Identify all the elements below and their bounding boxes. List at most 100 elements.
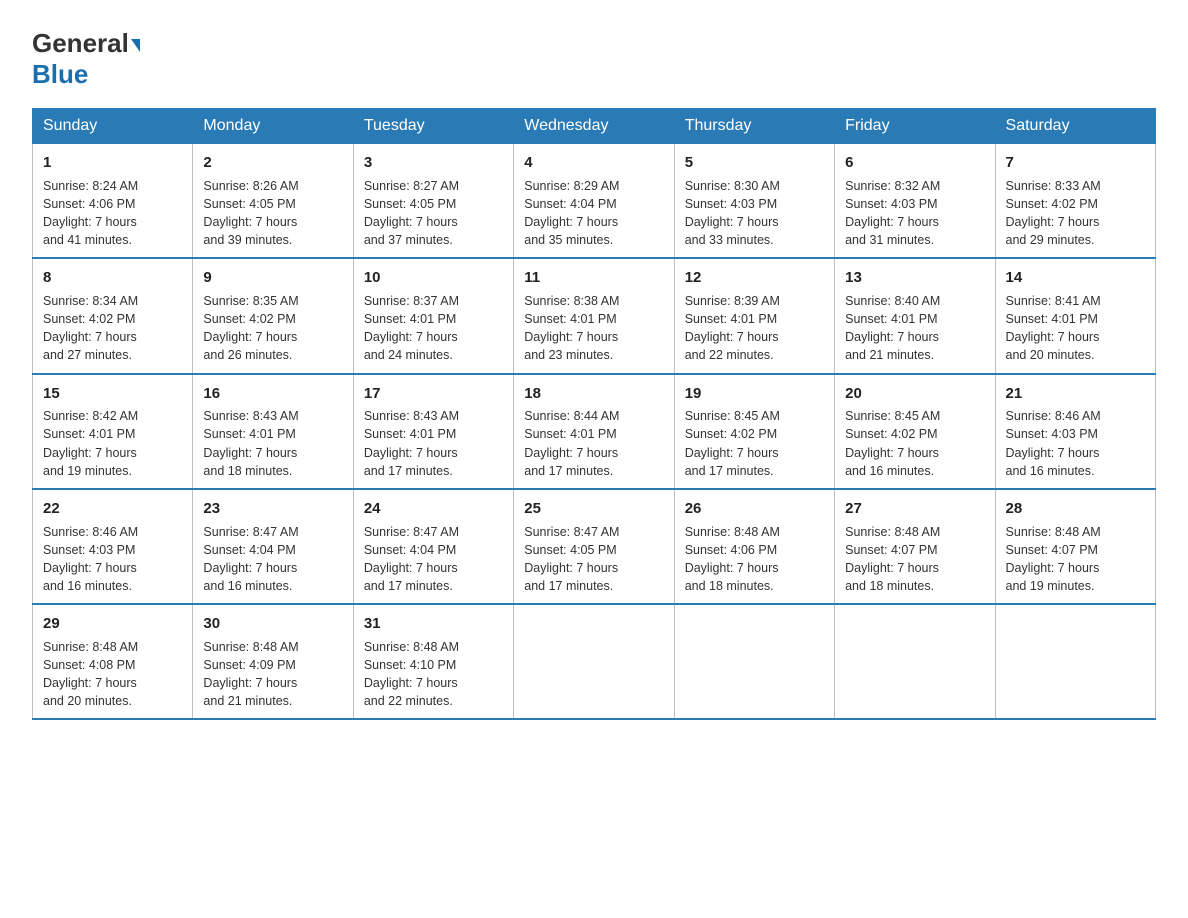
day-daylight-line2: and 26 minutes. (203, 346, 342, 364)
day-sunset: Sunset: 4:02 PM (845, 425, 984, 443)
page-header: General Blue (32, 24, 1156, 90)
day-sunset: Sunset: 4:01 PM (524, 425, 663, 443)
day-daylight-line1: Daylight: 7 hours (1006, 559, 1145, 577)
day-number: 20 (845, 383, 984, 405)
day-sunset: Sunset: 4:08 PM (43, 656, 182, 674)
calendar-cell: 8 Sunrise: 8:34 AM Sunset: 4:02 PM Dayli… (33, 258, 193, 373)
day-sunrise: Sunrise: 8:48 AM (43, 638, 182, 656)
calendar-cell: 30 Sunrise: 8:48 AM Sunset: 4:09 PM Dayl… (193, 604, 353, 719)
day-sunset: Sunset: 4:03 PM (685, 195, 824, 213)
calendar-cell (835, 604, 995, 719)
calendar-cell: 6 Sunrise: 8:32 AM Sunset: 4:03 PM Dayli… (835, 144, 995, 259)
day-sunset: Sunset: 4:05 PM (203, 195, 342, 213)
day-daylight-line1: Daylight: 7 hours (364, 674, 503, 692)
day-sunset: Sunset: 4:03 PM (845, 195, 984, 213)
day-sunset: Sunset: 4:07 PM (845, 541, 984, 559)
calendar-cell: 29 Sunrise: 8:48 AM Sunset: 4:08 PM Dayl… (33, 604, 193, 719)
day-daylight-line2: and 17 minutes. (685, 462, 824, 480)
day-sunset: Sunset: 4:04 PM (203, 541, 342, 559)
day-number: 6 (845, 152, 984, 174)
day-number: 30 (203, 613, 342, 635)
day-sunrise: Sunrise: 8:42 AM (43, 407, 182, 425)
day-daylight-line1: Daylight: 7 hours (43, 328, 182, 346)
day-daylight-line1: Daylight: 7 hours (203, 444, 342, 462)
day-daylight-line2: and 37 minutes. (364, 231, 503, 249)
day-daylight-line1: Daylight: 7 hours (1006, 328, 1145, 346)
day-sunset: Sunset: 4:02 PM (43, 310, 182, 328)
day-daylight-line1: Daylight: 7 hours (364, 328, 503, 346)
day-daylight-line2: and 17 minutes. (364, 577, 503, 595)
day-daylight-line2: and 18 minutes. (685, 577, 824, 595)
day-number: 19 (685, 383, 824, 405)
day-sunrise: Sunrise: 8:30 AM (685, 177, 824, 195)
day-daylight-line1: Daylight: 7 hours (524, 559, 663, 577)
day-sunrise: Sunrise: 8:37 AM (364, 292, 503, 310)
day-daylight-line1: Daylight: 7 hours (845, 559, 984, 577)
calendar-cell: 27 Sunrise: 8:48 AM Sunset: 4:07 PM Dayl… (835, 489, 995, 604)
calendar-cell: 26 Sunrise: 8:48 AM Sunset: 4:06 PM Dayl… (674, 489, 834, 604)
day-sunrise: Sunrise: 8:46 AM (43, 523, 182, 541)
week-row-3: 15 Sunrise: 8:42 AM Sunset: 4:01 PM Dayl… (33, 374, 1156, 489)
day-sunrise: Sunrise: 8:48 AM (685, 523, 824, 541)
day-sunrise: Sunrise: 8:45 AM (685, 407, 824, 425)
week-row-1: 1 Sunrise: 8:24 AM Sunset: 4:06 PM Dayli… (33, 144, 1156, 259)
day-sunrise: Sunrise: 8:47 AM (203, 523, 342, 541)
week-row-4: 22 Sunrise: 8:46 AM Sunset: 4:03 PM Dayl… (33, 489, 1156, 604)
day-sunset: Sunset: 4:03 PM (1006, 425, 1145, 443)
day-sunrise: Sunrise: 8:32 AM (845, 177, 984, 195)
day-daylight-line2: and 19 minutes. (43, 462, 182, 480)
day-number: 16 (203, 383, 342, 405)
day-number: 9 (203, 267, 342, 289)
day-number: 8 (43, 267, 182, 289)
calendar-cell: 7 Sunrise: 8:33 AM Sunset: 4:02 PM Dayli… (995, 144, 1155, 259)
day-daylight-line1: Daylight: 7 hours (685, 559, 824, 577)
day-daylight-line2: and 22 minutes. (364, 692, 503, 710)
weekday-header-tuesday: Tuesday (353, 109, 513, 144)
day-number: 17 (364, 383, 503, 405)
calendar-cell: 1 Sunrise: 8:24 AM Sunset: 4:06 PM Dayli… (33, 144, 193, 259)
day-daylight-line1: Daylight: 7 hours (364, 559, 503, 577)
calendar-cell: 19 Sunrise: 8:45 AM Sunset: 4:02 PM Dayl… (674, 374, 834, 489)
day-number: 23 (203, 498, 342, 520)
day-daylight-line2: and 21 minutes. (845, 346, 984, 364)
calendar-cell: 16 Sunrise: 8:43 AM Sunset: 4:01 PM Dayl… (193, 374, 353, 489)
day-daylight-line2: and 20 minutes. (1006, 346, 1145, 364)
day-number: 1 (43, 152, 182, 174)
day-sunrise: Sunrise: 8:48 AM (364, 638, 503, 656)
weekday-header-row: SundayMondayTuesdayWednesdayThursdayFrid… (33, 109, 1156, 144)
day-number: 28 (1006, 498, 1145, 520)
day-daylight-line2: and 17 minutes. (364, 462, 503, 480)
day-sunset: Sunset: 4:06 PM (685, 541, 824, 559)
weekday-header-monday: Monday (193, 109, 353, 144)
day-daylight-line1: Daylight: 7 hours (524, 328, 663, 346)
day-sunset: Sunset: 4:01 PM (364, 425, 503, 443)
day-sunrise: Sunrise: 8:44 AM (524, 407, 663, 425)
day-daylight-line1: Daylight: 7 hours (845, 328, 984, 346)
day-sunrise: Sunrise: 8:39 AM (685, 292, 824, 310)
day-number: 27 (845, 498, 984, 520)
day-daylight-line2: and 35 minutes. (524, 231, 663, 249)
day-number: 4 (524, 152, 663, 174)
day-daylight-line2: and 39 minutes. (203, 231, 342, 249)
day-sunrise: Sunrise: 8:40 AM (845, 292, 984, 310)
day-sunset: Sunset: 4:04 PM (364, 541, 503, 559)
day-sunrise: Sunrise: 8:29 AM (524, 177, 663, 195)
day-sunrise: Sunrise: 8:48 AM (845, 523, 984, 541)
day-daylight-line1: Daylight: 7 hours (43, 213, 182, 231)
day-number: 18 (524, 383, 663, 405)
day-number: 11 (524, 267, 663, 289)
weekday-header-thursday: Thursday (674, 109, 834, 144)
day-daylight-line1: Daylight: 7 hours (43, 674, 182, 692)
day-daylight-line2: and 22 minutes. (685, 346, 824, 364)
calendar-cell: 5 Sunrise: 8:30 AM Sunset: 4:03 PM Dayli… (674, 144, 834, 259)
day-number: 13 (845, 267, 984, 289)
weekday-header-saturday: Saturday (995, 109, 1155, 144)
day-sunrise: Sunrise: 8:33 AM (1006, 177, 1145, 195)
day-sunrise: Sunrise: 8:46 AM (1006, 407, 1145, 425)
day-daylight-line2: and 17 minutes. (524, 462, 663, 480)
day-daylight-line1: Daylight: 7 hours (203, 674, 342, 692)
calendar-cell (674, 604, 834, 719)
day-daylight-line2: and 23 minutes. (524, 346, 663, 364)
day-number: 7 (1006, 152, 1145, 174)
day-sunset: Sunset: 4:06 PM (43, 195, 182, 213)
